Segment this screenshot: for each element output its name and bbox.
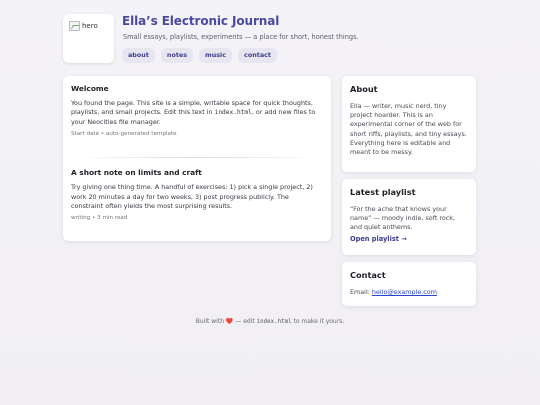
footer: Built with ❤️ — edit index.html to make …: [0, 318, 540, 325]
hero-alt-text: hero: [82, 22, 98, 30]
footer-code: index.html: [256, 319, 292, 325]
site-tagline: Small essays, playlists, experiments — a…: [123, 33, 359, 41]
footer-text: Built with: [195, 318, 226, 325]
playlist-quote: “For the ache that knows your name” — mo…: [350, 205, 456, 232]
about-text: Ella — writer, music nerd, tiny project …: [350, 102, 467, 157]
playlist-title: Latest playlist: [350, 187, 416, 197]
email-link[interactable]: hello@example.com: [372, 288, 437, 296]
contact-title: Contact: [350, 270, 386, 280]
main-nav: about notes music contact: [122, 48, 277, 63]
post-meta: Start date • auto-generated template: [71, 131, 177, 138]
divider: [71, 157, 323, 159]
post-limits: A short note on limits and craft Try giv…: [71, 168, 323, 221]
hero-image: hero: [63, 14, 114, 63]
inline-code: index.html: [214, 109, 252, 117]
post-title: Welcome: [71, 84, 109, 93]
about-card: About Ella — writer, music nerd, tiny pr…: [342, 76, 476, 172]
nav-music[interactable]: music: [199, 48, 233, 63]
post-meta: writing • 3 min read: [71, 215, 128, 222]
nav-contact[interactable]: contact: [238, 48, 277, 63]
footer-text: — edit: [233, 318, 257, 325]
email-label: Email:: [350, 288, 372, 296]
nav-notes[interactable]: notes: [160, 48, 194, 63]
site-title: Ella’s Electronic Journal: [122, 14, 280, 28]
contact-card: Contact Email: hello@example.com: [342, 262, 476, 306]
broken-image-icon: [69, 21, 80, 31]
playlist-card: Latest playlist “For the ache that knows…: [342, 179, 476, 255]
post-welcome: Welcome You found the page. This site is…: [71, 84, 323, 137]
post-body: You found the page. This site is a simpl…: [71, 99, 323, 127]
post-body: Try giving one thing time. A handful of …: [71, 183, 313, 211]
about-title: About: [350, 84, 378, 94]
email-row: Email: hello@example.com: [350, 288, 468, 296]
nav-about[interactable]: about: [122, 48, 155, 63]
open-playlist-link[interactable]: Open playlist →: [350, 235, 468, 243]
posts-card: Welcome You found the page. This site is…: [63, 76, 331, 241]
post-title: A short note on limits and craft: [71, 168, 202, 178]
footer-text: to make it yours.: [291, 318, 345, 325]
